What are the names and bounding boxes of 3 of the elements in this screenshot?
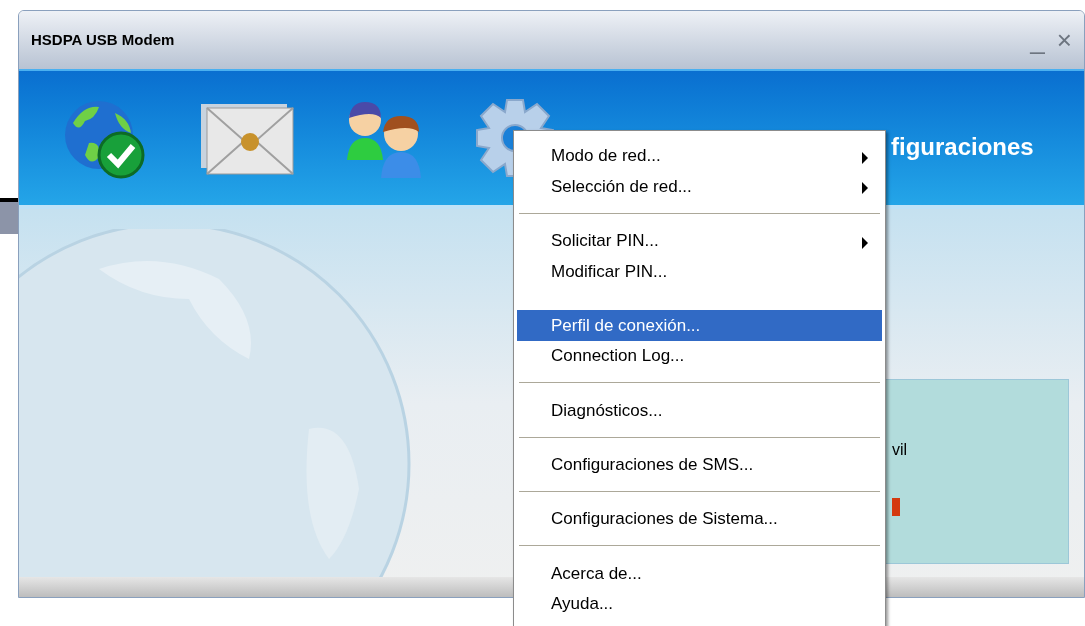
toolbar-label: figuraciones [891, 132, 1034, 162]
window-title: HSDPA USB Modem [31, 29, 175, 50]
info-text: vil [892, 440, 908, 460]
